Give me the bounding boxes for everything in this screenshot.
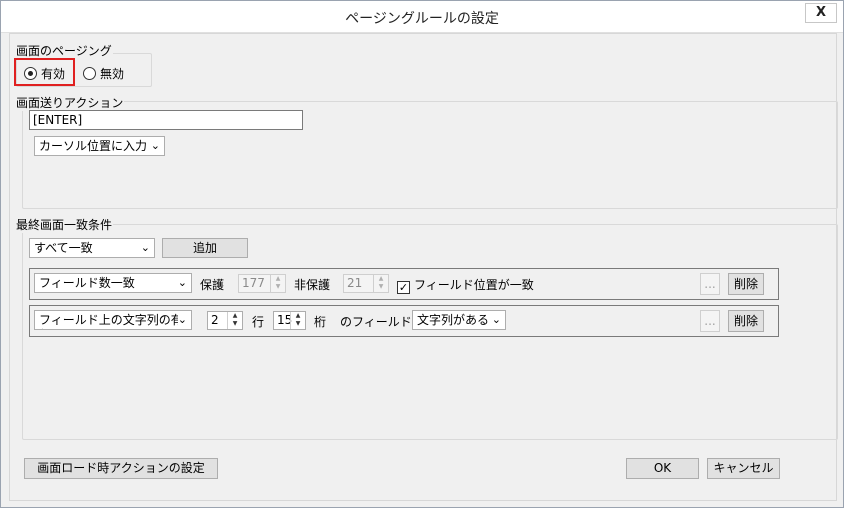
string-condition-select[interactable]: 文字列がある ⌄ xyxy=(412,310,506,330)
add-condition-button[interactable]: 追加 xyxy=(162,238,248,258)
chevron-down-icon: ⌄ xyxy=(177,276,187,289)
match-mode-value: すべて一致 xyxy=(34,241,93,255)
ok-button[interactable]: OK xyxy=(626,458,699,479)
row-options-button[interactable]: ... xyxy=(700,310,720,332)
paging-disabled-label: 無効 xyxy=(100,67,125,81)
position-match-label: フィールド位置が一致 xyxy=(414,278,534,292)
position-match-checkbox[interactable]: ✓ フィールド位置が一致 xyxy=(397,276,534,294)
dialog-title: ページングルールの設定 xyxy=(345,11,499,27)
action-group-label: 画面送りアクション xyxy=(15,94,125,111)
condition-type-select[interactable]: フィールド数一致 ⌄ xyxy=(34,273,192,293)
paging-disabled-radio[interactable]: 無効 xyxy=(83,65,124,82)
chevron-down-icon: ⌄ xyxy=(140,241,150,254)
match-mode-select[interactable]: すべて一致 ⌄ xyxy=(29,238,155,258)
radio-selected-icon xyxy=(24,67,37,80)
spinner-arrows-icon: ▲ ▼ xyxy=(227,312,242,329)
match-group-label: 最終画面一致条件 xyxy=(15,216,114,233)
row-number-spinner[interactable]: 2 ▲ ▼ xyxy=(207,311,243,330)
action-mode-value: カーソル位置に入力 xyxy=(39,139,148,153)
chevron-down-icon: ⌄ xyxy=(150,139,160,152)
checkmark-icon: ✓ xyxy=(397,281,410,294)
radio-unselected-icon xyxy=(83,67,96,80)
unprotected-value: 21 xyxy=(347,276,363,290)
row-options-button[interactable]: ... xyxy=(700,273,720,295)
paging-enabled-radio[interactable]: 有効 xyxy=(24,65,65,82)
action-mode-select[interactable]: カーソル位置に入力 ⌄ xyxy=(34,136,165,156)
row-number-value: 2 xyxy=(211,313,219,327)
chevron-down-icon: ⌄ xyxy=(177,312,187,327)
spinner-arrows-icon: ▲ ▼ xyxy=(270,275,285,292)
protected-label: 保護 xyxy=(200,278,225,292)
paging-enabled-label: 有効 xyxy=(41,67,66,81)
condition-type-value: フィールド数一致 xyxy=(39,276,135,290)
spinner-arrows-icon: ▲ ▼ xyxy=(290,312,305,329)
column-unit-label: 桁 xyxy=(314,315,327,329)
load-action-settings-button[interactable]: 画面ロード時アクションの設定 xyxy=(24,458,218,479)
condition-row-string-presence: フィールド上の文字列の有無 ⌄ 2 ▲▼ 行 15 ▲▼ 桁 のフィールドに 文… xyxy=(29,305,779,337)
cancel-button[interactable]: キャンセル xyxy=(707,458,780,479)
unprotected-spinner[interactable]: 21 ▲ ▼ xyxy=(343,274,389,293)
row-unit-label: 行 xyxy=(252,315,265,329)
paging-group-label: 画面のページング xyxy=(15,42,113,59)
title-bar: ページングルールの設定 X xyxy=(1,1,843,33)
dialog-content: 画面のページング 有効 無効 画面送りアクション [ENTER] カーソル位置に… xyxy=(9,33,838,501)
unprotected-label: 非保護 xyxy=(294,278,331,292)
column-number-spinner[interactable]: 15 ▲ ▼ xyxy=(273,311,306,330)
condition-row-field-count: フィールド数一致 ⌄ 保護 177 ▲ ▼ 非保護 21 ▲ ▼ ✓ フィールド位置が… xyxy=(29,268,779,300)
string-condition-value: 文字列がある xyxy=(417,313,490,327)
delete-row-button[interactable]: 削除 xyxy=(728,310,764,332)
delete-row-button[interactable]: 削除 xyxy=(728,273,764,295)
dialog-window: ページングルールの設定 X 画面のページング 有効 無効 画面送りアクション [… xyxy=(0,0,844,508)
spinner-arrows-icon: ▲ ▼ xyxy=(373,275,388,292)
close-button[interactable]: X xyxy=(805,3,837,23)
action-input[interactable]: [ENTER] xyxy=(29,110,303,130)
chevron-down-icon: ⌄ xyxy=(491,313,501,326)
condition-type-value: フィールド上の文字列の有無 xyxy=(39,313,183,329)
condition-type-select[interactable]: フィールド上の文字列の有無 ⌄ xyxy=(34,310,192,330)
protected-spinner[interactable]: 177 ▲ ▼ xyxy=(238,274,286,293)
protected-value: 177 xyxy=(242,276,265,290)
